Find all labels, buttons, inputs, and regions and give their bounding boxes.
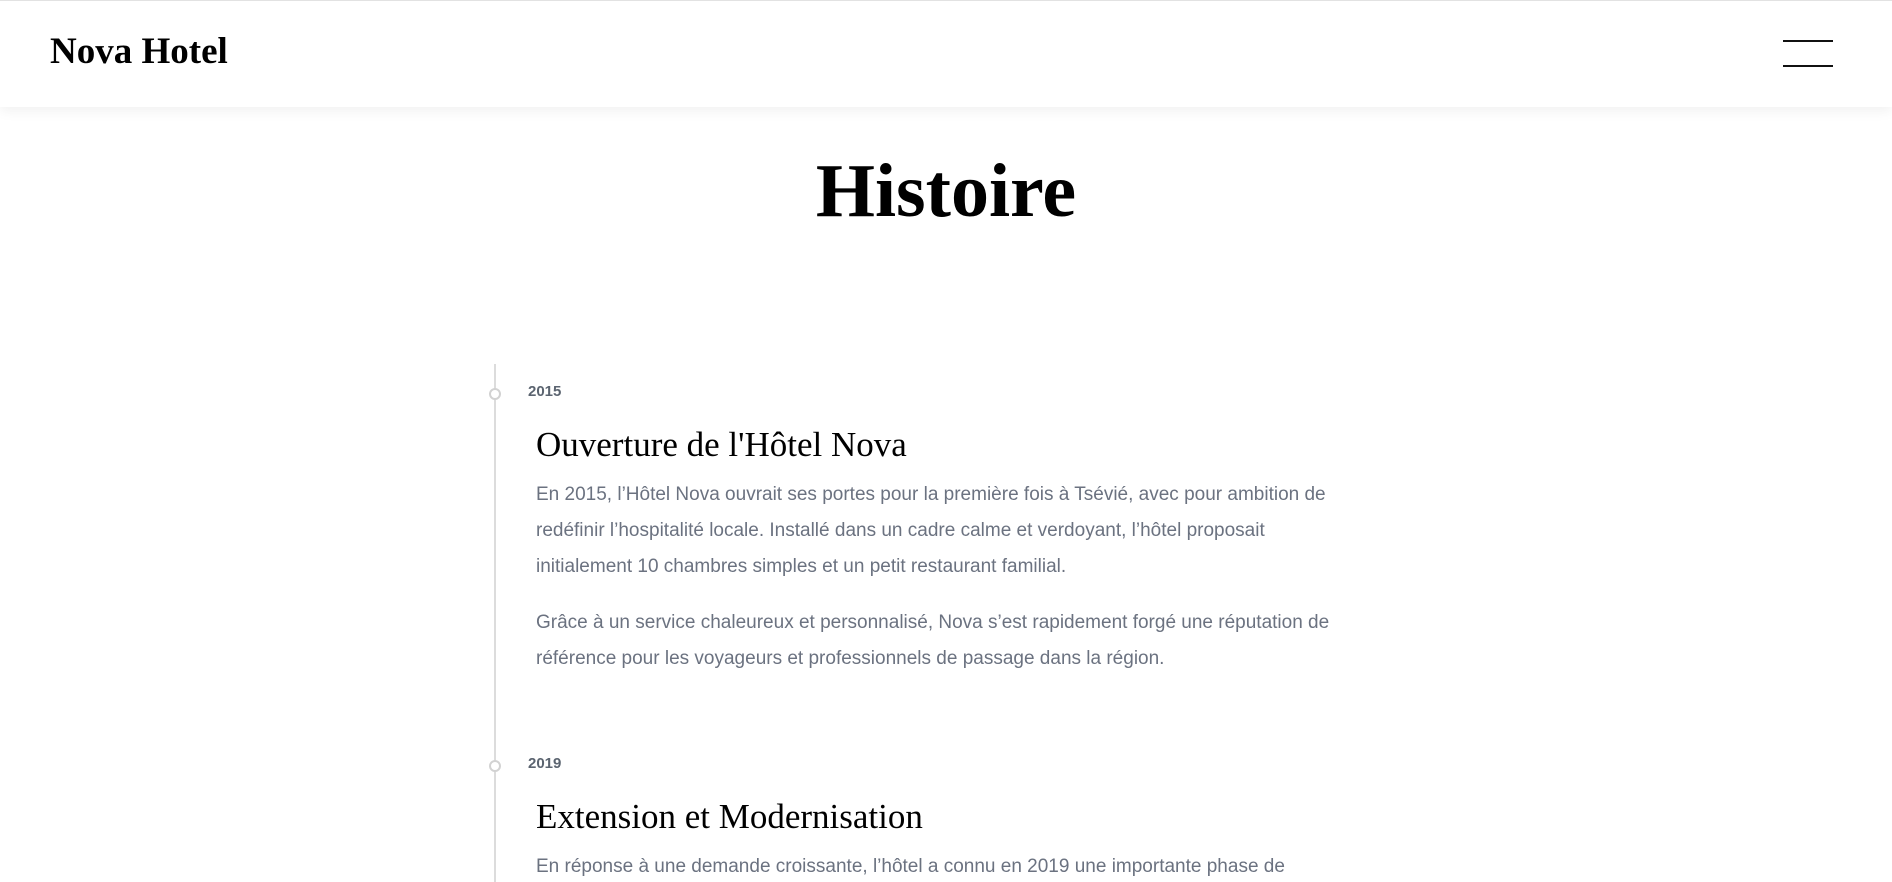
menu-bar-top (1783, 40, 1833, 42)
timeline-year: 2019 (528, 755, 562, 772)
timeline-dot (489, 760, 501, 772)
timeline-dot (489, 388, 501, 400)
hamburger-menu-icon[interactable] (1783, 39, 1833, 69)
timeline-entry-title: Ouverture de l'Hôtel Nova (536, 425, 907, 464)
timeline-paragraph: En réponse à une demande croissante, l’h… (536, 856, 1285, 877)
timeline-paragraph: Grâce à un service chaleureux et personn… (536, 612, 1330, 669)
page-title: Histoire (815, 149, 1077, 233)
timeline-entry-title: Extension et Modernisation (536, 797, 923, 836)
top-navigation-bar: Nova Hotel (0, 0, 1892, 107)
timeline-line (494, 364, 496, 882)
menu-bar-bottom (1783, 65, 1833, 67)
brand-logo-link[interactable]: Nova Hotel (50, 30, 228, 74)
history-timeline: 2015 Ouverture de l'Hôtel Nova En 2015, … (480, 364, 1380, 882)
timeline-paragraph: En 2015, l’Hôtel Nova ouvrait ses portes… (536, 484, 1326, 577)
timeline-year: 2015 (528, 383, 562, 400)
